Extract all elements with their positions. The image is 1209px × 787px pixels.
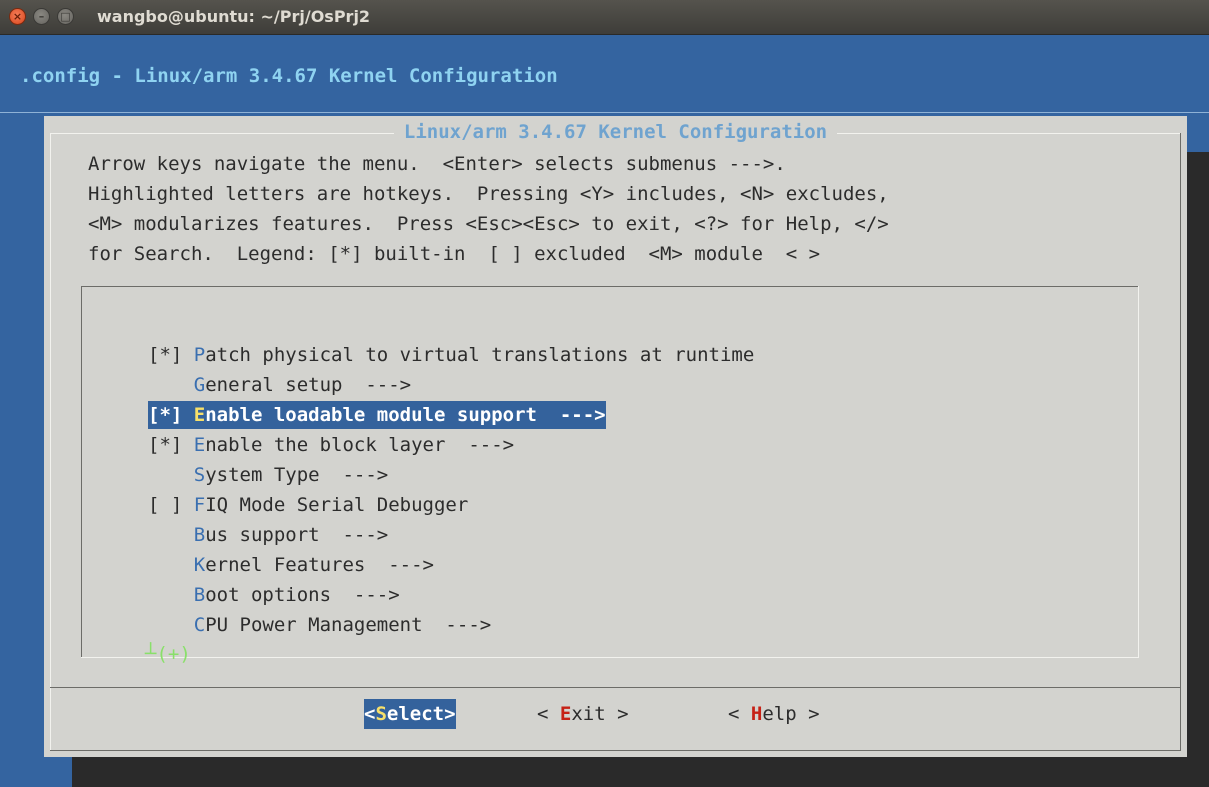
maximize-window-button[interactable]: □ <box>57 8 74 25</box>
terminal-window: × – □ wangbo@ubuntu: ~/Prj/OsPrj2 .confi… <box>0 0 1209 787</box>
menu-item-state <box>148 464 194 486</box>
more-items-indicator: ┴(+) <box>145 643 191 665</box>
menu-frame-bottom <box>81 657 1139 658</box>
select-button[interactable]: <Select> <box>364 699 456 729</box>
menu-item-label: PU Power Management ---> <box>205 614 492 636</box>
help-text-line-3: <M> modularizes features. Press <Esc><Es… <box>88 213 889 235</box>
dialog-border-top <box>50 133 1181 134</box>
terminal-area[interactable]: .config - Linux/arm 3.4.67 Kernel Config… <box>0 35 1209 787</box>
menu-item-label: eneral setup ---> <box>205 374 412 396</box>
dialog-title-wrap: Linux/arm 3.4.67 Kernel Configuration <box>44 121 1187 143</box>
select-button-hotkey: S <box>375 703 387 725</box>
window-title: wangbo@ubuntu: ~/Prj/OsPrj2 <box>97 7 371 26</box>
menuconfig-backtitle: .config - Linux/arm 3.4.67 Kernel Config… <box>20 65 558 87</box>
minimize-icon: – <box>38 10 45 23</box>
menu-item-hotkey: B <box>193 524 206 546</box>
menu-item-bus-support[interactable]: Bus support ---> <box>148 521 388 549</box>
menu-item-state <box>148 614 194 636</box>
select-button-label: elect> <box>386 703 456 725</box>
menu-item-label: ystem Type ---> <box>205 464 389 486</box>
maximize-icon: □ <box>60 10 71 23</box>
menu-item-label: atch physical to virtual translations at… <box>205 344 755 366</box>
exit-button[interactable]: < Exit > <box>537 699 629 729</box>
minimize-window-button[interactable]: – <box>33 8 50 25</box>
menu-item-fiq-serial-debugger[interactable]: [ ] FIQ Mode Serial Debugger <box>148 491 468 519</box>
menu-frame-top <box>81 286 1139 287</box>
window-titlebar[interactable]: × – □ wangbo@ubuntu: ~/Prj/OsPrj2 <box>0 0 1209 35</box>
help-button-label: elp > <box>762 703 820 725</box>
select-button-bracket: < <box>364 703 376 725</box>
exit-button-hotkey: E <box>559 703 572 725</box>
exit-button-bracket: < <box>537 703 560 725</box>
menu-item-kernel-features[interactable]: Kernel Features ---> <box>148 551 434 579</box>
menu-item-label: oot options ---> <box>205 584 400 606</box>
dialog-border-left <box>50 133 51 751</box>
close-icon: × <box>12 10 23 23</box>
menu-item-label: ernel Features ---> <box>205 554 434 576</box>
dialog-border-bottom <box>50 750 1181 751</box>
dialog-border-right <box>1180 133 1181 751</box>
menu-item-hotkey: B <box>193 584 206 606</box>
menu-item-state: [*] <box>148 434 194 456</box>
dialog-shadow-bottom <box>72 757 1209 787</box>
menu-item-block-layer[interactable]: [*] Enable the block layer ---> <box>148 431 514 459</box>
menu-item-state <box>148 554 194 576</box>
help-text-line-2: Highlighted letters are hotkeys. Pressin… <box>88 183 889 205</box>
button-separator <box>50 687 1181 688</box>
menu-item-label: nable the block layer ---> <box>205 434 515 456</box>
menu-item-hotkey: E <box>193 434 206 456</box>
menu-frame-left <box>81 286 82 658</box>
menu-item-state <box>148 524 194 546</box>
menu-item-general-setup[interactable]: General setup ---> <box>148 371 411 399</box>
help-button-hotkey: H <box>750 703 763 725</box>
help-text-line-1: Arrow keys navigate the menu. <Enter> se… <box>88 153 786 175</box>
dialog-shadow-right <box>1187 152 1209 787</box>
help-text-line-4: for Search. Legend: [*] built-in [ ] exc… <box>88 243 821 265</box>
menu-item-label: IQ Mode Serial Debugger <box>205 494 469 516</box>
menu-item-hotkey: S <box>193 464 206 486</box>
menu-item-state: [*] <box>148 344 194 366</box>
menu-item-patch-phys-virt[interactable]: [*] Patch physical to virtual translatio… <box>148 341 754 369</box>
menu-item-hotkey: P <box>193 344 206 366</box>
menu-item-boot-options[interactable]: Boot options ---> <box>148 581 400 609</box>
kernel-config-dialog: Linux/arm 3.4.67 Kernel Configuration Ar… <box>44 116 1187 757</box>
menu-item-state: [ ] <box>148 494 194 516</box>
menu-item-hotkey: C <box>193 614 206 636</box>
exit-button-label: xit > <box>571 703 629 725</box>
dialog-title: Linux/arm 3.4.67 Kernel Configuration <box>393 121 838 143</box>
help-button[interactable]: < Help > <box>728 699 820 729</box>
menu-item-hotkey: K <box>193 554 206 576</box>
menu-item-hotkey: G <box>193 374 206 396</box>
menu-item-label: nable loadable module support ---> <box>205 404 606 426</box>
menu-item-hotkey: E <box>193 404 206 426</box>
close-window-button[interactable]: × <box>9 8 26 25</box>
menu-item-label: us support ---> <box>205 524 389 546</box>
menu-item-system-type[interactable]: System Type ---> <box>148 461 388 489</box>
menu-frame-right <box>1138 286 1139 658</box>
menu-item-state <box>148 374 194 396</box>
menu-item-cpu-power-management[interactable]: CPU Power Management ---> <box>148 611 491 639</box>
backtitle-rule <box>0 112 1209 113</box>
help-button-bracket: < <box>728 703 751 725</box>
menu-item-hotkey: F <box>193 494 206 516</box>
menu-item-loadable-module-support[interactable]: [*] Enable loadable module support ---> <box>148 401 606 429</box>
menu-item-state: [*] <box>148 404 194 426</box>
menu-item-state <box>148 584 194 606</box>
